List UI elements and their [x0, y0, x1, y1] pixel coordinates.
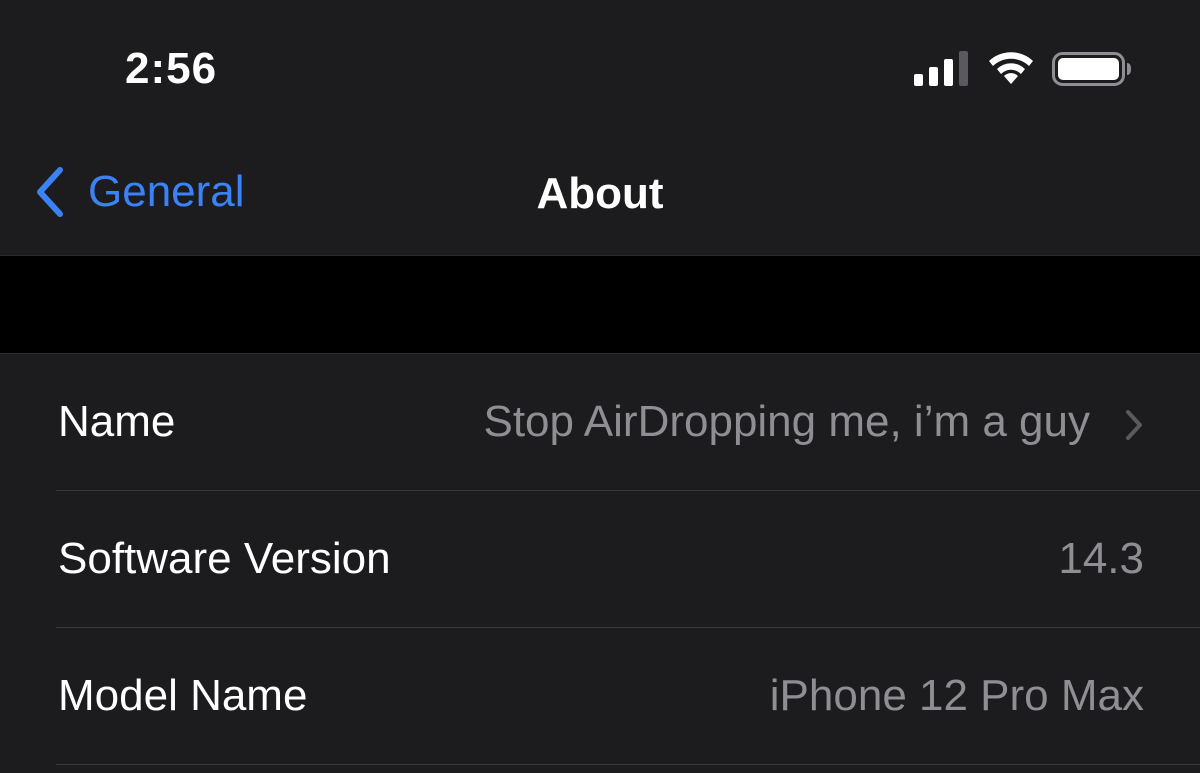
section-gap — [0, 256, 1200, 353]
wifi-icon — [989, 52, 1033, 84]
signal-icon — [914, 51, 968, 86]
row-value: iPhone 12 Pro Max — [769, 671, 1144, 720]
status-bar: 2:56 — [0, 0, 1200, 130]
row-separator — [56, 764, 1200, 765]
navigation-bar: General About — [0, 130, 1200, 256]
about-list: Name Stop AirDropping me, i’m a guy Soft… — [0, 353, 1200, 773]
row-value: Stop AirDropping me, i’m a guy — [483, 397, 1090, 446]
list-row-name[interactable]: Name Stop AirDropping me, i’m a guy — [0, 354, 1200, 491]
row-label: Model Name — [58, 671, 308, 720]
about-screen: 2:56 General About Name Stop AirDropping… — [0, 0, 1200, 773]
list-row-model-name: Model Name iPhone 12 Pro Max — [0, 628, 1200, 765]
status-time: 2:56 — [125, 44, 218, 93]
list-row-software-version: Software Version 14.3 — [0, 491, 1200, 628]
battery-icon — [1052, 52, 1131, 86]
row-value: 14.3 — [1058, 534, 1144, 583]
row-label: Name — [58, 397, 176, 446]
page-title: About — [536, 169, 664, 218]
row-label: Software Version — [58, 534, 391, 583]
chevron-right-icon — [1126, 410, 1142, 440]
